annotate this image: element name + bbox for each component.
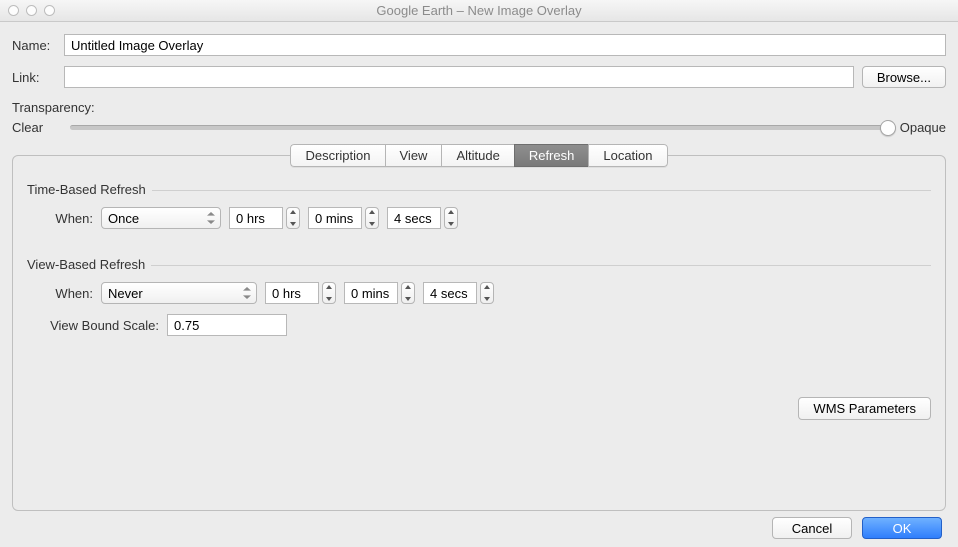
view-bound-scale-label: View Bound Scale: <box>41 318 159 333</box>
time-secs-input[interactable] <box>387 207 441 229</box>
window-title: Google Earth – New Image Overlay <box>0 3 958 18</box>
name-input[interactable] <box>64 34 946 56</box>
transparency-slider[interactable] <box>70 117 888 137</box>
browse-button[interactable]: Browse... <box>862 66 946 88</box>
tab-description[interactable]: Description <box>290 144 384 167</box>
settings-panel: Description View Altitude Refresh Locati… <box>12 155 946 511</box>
name-label: Name: <box>12 38 60 53</box>
transparency-slider-thumb[interactable] <box>880 120 896 136</box>
view-mins-stepper[interactable] <box>401 282 415 304</box>
time-when-label: When: <box>41 211 93 226</box>
tab-location[interactable]: Location <box>588 144 667 167</box>
tab-altitude[interactable]: Altitude <box>441 144 513 167</box>
view-hrs-stepper[interactable] <box>322 282 336 304</box>
ok-button[interactable]: OK <box>862 517 942 539</box>
transparency-heading: Transparency: <box>12 100 946 115</box>
time-when-select[interactable]: Once <box>101 207 221 229</box>
dialog-footer: Cancel OK <box>12 511 946 539</box>
tab-refresh[interactable]: Refresh <box>514 144 589 167</box>
view-when-label: When: <box>41 286 93 301</box>
view-based-refresh-section: View-Based Refresh When: Never <box>27 257 931 346</box>
wms-parameters-button[interactable]: WMS Parameters <box>798 397 931 420</box>
link-label: Link: <box>12 70 60 85</box>
view-based-refresh-title: View-Based Refresh <box>27 257 151 272</box>
time-secs-stepper[interactable] <box>444 207 458 229</box>
time-mins-stepper[interactable] <box>365 207 379 229</box>
view-secs-stepper[interactable] <box>480 282 494 304</box>
close-icon[interactable] <box>8 5 19 16</box>
cancel-button[interactable]: Cancel <box>772 517 852 539</box>
view-hrs-input[interactable] <box>265 282 319 304</box>
transparency-opaque-label: Opaque <box>898 120 946 135</box>
view-when-select[interactable]: Never <box>101 282 257 304</box>
window-titlebar: Google Earth – New Image Overlay <box>0 0 958 22</box>
transparency-clear-label: Clear <box>12 120 60 135</box>
time-based-refresh-section: Time-Based Refresh When: Once <box>27 182 931 239</box>
tab-view[interactable]: View <box>385 144 442 167</box>
view-mins-input[interactable] <box>344 282 398 304</box>
time-hrs-stepper[interactable] <box>286 207 300 229</box>
tab-bar: Description View Altitude Refresh Locati… <box>290 144 667 167</box>
minimize-icon[interactable] <box>26 5 37 16</box>
view-secs-input[interactable] <box>423 282 477 304</box>
link-input[interactable] <box>64 66 854 88</box>
window-traffic-lights <box>0 5 55 16</box>
zoom-icon[interactable] <box>44 5 55 16</box>
time-based-refresh-title: Time-Based Refresh <box>27 182 152 197</box>
view-bound-scale-input[interactable] <box>167 314 287 336</box>
time-hrs-input[interactable] <box>229 207 283 229</box>
time-mins-input[interactable] <box>308 207 362 229</box>
